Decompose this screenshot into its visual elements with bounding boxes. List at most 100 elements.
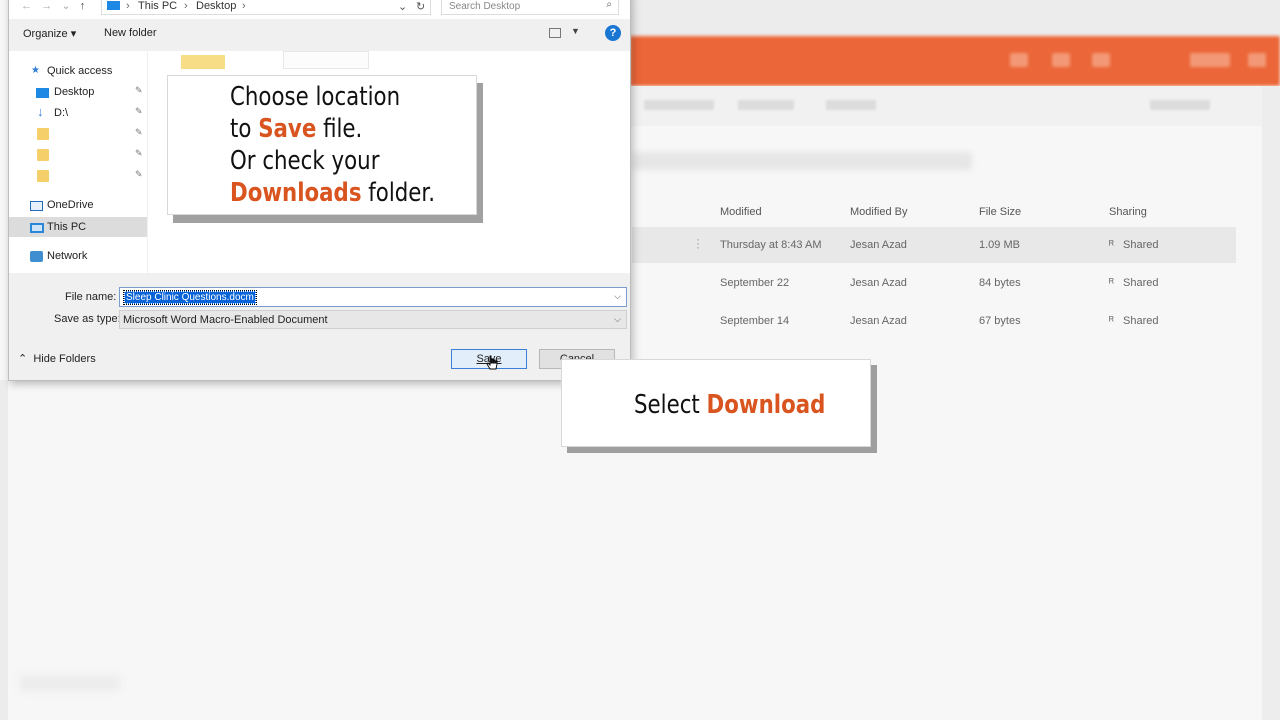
column-modified[interactable]: Modified bbox=[720, 206, 762, 218]
pin-icon[interactable]: ✎ bbox=[135, 127, 143, 138]
save-type-value: Microsoft Word Macro-Enabled Document bbox=[123, 314, 328, 326]
onedrive-icon bbox=[30, 201, 43, 211]
mouse-pointer-icon bbox=[486, 355, 498, 370]
command-bar bbox=[630, 86, 1280, 126]
network-icon bbox=[30, 251, 43, 262]
shared-icon: ᴿ bbox=[1109, 239, 1114, 251]
nav-folder[interactable]: ✎ bbox=[9, 124, 147, 144]
nav-folder[interactable]: ✎ bbox=[9, 145, 147, 165]
file-name-input[interactable]: Sleep Clinic Questions.docm ⌵ bbox=[119, 287, 627, 307]
view-options-icon[interactable] bbox=[549, 28, 561, 38]
table-row[interactable]: September 22 Jesan Azad 84 bytes ᴿ Share… bbox=[632, 265, 1236, 301]
cell-sharing: Shared bbox=[1123, 277, 1159, 289]
cell-modified: September 22 bbox=[720, 277, 790, 289]
nav-label: Desktop bbox=[54, 86, 95, 98]
path-separator: › bbox=[242, 0, 246, 12]
callout-text: Select bbox=[634, 390, 707, 420]
path-separator: › bbox=[126, 0, 130, 12]
table-row[interactable]: · · · Thursday at 8:43 AM Jesan Azad 1.09 … bbox=[632, 227, 1236, 263]
help-icon[interactable]: ? bbox=[605, 25, 621, 41]
nav-label: Quick access bbox=[47, 65, 113, 77]
nav-desktop[interactable]: Desktop ✎ bbox=[9, 82, 147, 102]
callout-text: to bbox=[230, 114, 259, 144]
cell-sharing: Shared bbox=[1123, 239, 1159, 251]
recent-icon[interactable]: ⌄ bbox=[61, 0, 70, 12]
column-sharing[interactable]: Sharing bbox=[1109, 206, 1147, 218]
star-icon: ★ bbox=[31, 65, 40, 76]
cell-modified-by: Jesan Azad bbox=[850, 315, 907, 327]
nav-label: D:\ bbox=[54, 107, 69, 119]
chevron-down-icon[interactable]: ⌄ bbox=[398, 0, 407, 13]
file-name-value: Sleep Clinic Questions.docm bbox=[123, 290, 257, 305]
callout-highlight: Save bbox=[258, 114, 317, 144]
file-thumbnail[interactable] bbox=[283, 51, 369, 69]
column-modified-by[interactable]: Modified By bbox=[850, 206, 907, 218]
table-row[interactable]: September 14 Jesan Azad 67 bytes ᴿ Share… bbox=[632, 303, 1236, 339]
nav-network[interactable]: Network bbox=[9, 246, 147, 266]
callout-highlight: Downloads bbox=[230, 178, 362, 208]
nav-d-drive[interactable]: ↓ D:\ ✎ bbox=[9, 103, 147, 123]
path-desktop[interactable]: Desktop bbox=[196, 0, 236, 12]
cell-modified-by: Jesan Azad bbox=[850, 239, 907, 251]
back-icon[interactable]: ← bbox=[21, 0, 32, 12]
nav-label: Network bbox=[47, 250, 88, 262]
chevron-down-icon[interactable]: ⌵ bbox=[614, 291, 621, 302]
command-item bbox=[644, 100, 714, 110]
tutorial-callout-save-location: Choose location to Save file. Or check y… bbox=[167, 75, 477, 215]
nav-quick-access[interactable]: ★ Quick access bbox=[9, 61, 147, 81]
refresh-icon[interactable]: ↻ bbox=[416, 0, 425, 13]
pin-icon[interactable]: ✎ bbox=[135, 148, 143, 159]
file-name-label: File name: bbox=[65, 291, 117, 303]
bottom-fade bbox=[20, 675, 120, 691]
forward-icon[interactable]: → bbox=[41, 0, 52, 12]
navigation-pane: ★ Quick access Desktop ✎ ↓ D:\ ✎ ✎ ✎ ✎ O… bbox=[9, 51, 147, 273]
callout-highlight: Download bbox=[706, 390, 826, 420]
shared-icon: ᴿ bbox=[1109, 315, 1114, 327]
pin-icon[interactable]: ✎ bbox=[135, 169, 143, 180]
cell-file-size: 84 bytes bbox=[979, 277, 1021, 289]
callout-line: Choose location bbox=[230, 82, 401, 112]
nav-label: OneDrive bbox=[47, 199, 94, 211]
pin-icon[interactable]: ✎ bbox=[135, 106, 143, 117]
nav-onedrive[interactable]: OneDrive bbox=[9, 195, 147, 215]
callout-line: Downloads folder. bbox=[230, 177, 435, 209]
command-item bbox=[738, 100, 794, 110]
dialog-toolbar: Organize ▾ New folder ▼ ? bbox=[9, 20, 630, 50]
cell-modified: September 14 bbox=[720, 315, 790, 327]
column-file-size[interactable]: File Size bbox=[979, 206, 1021, 218]
folder-icon bbox=[37, 128, 49, 140]
nav-folder[interactable]: ✎ bbox=[9, 166, 147, 186]
chevron-down-icon[interactable]: ⌵ bbox=[614, 314, 621, 325]
command-item bbox=[826, 100, 876, 110]
download-arrow-icon: ↓ bbox=[37, 104, 44, 119]
folder-icon[interactable] bbox=[181, 55, 225, 69]
callout-text: file. bbox=[316, 114, 363, 144]
address-bar: ← → ⌄ ↑ › This PC › Desktop › ⌄ ↻ Search… bbox=[9, 0, 630, 19]
hide-folders-button[interactable]: ⌃ Hide Folders bbox=[18, 352, 96, 365]
folder-breadcrumb bbox=[632, 152, 972, 170]
this-pc-icon bbox=[107, 1, 120, 10]
path-separator: › bbox=[184, 0, 188, 12]
path-this-pc[interactable]: This PC bbox=[138, 0, 177, 12]
desktop-icon bbox=[36, 88, 49, 98]
onedrive-header-bar bbox=[630, 36, 1280, 86]
nav-this-pc[interactable]: This PC bbox=[9, 217, 147, 237]
callout-line: to Save file. bbox=[230, 113, 435, 145]
right-scroll-area bbox=[1262, 86, 1280, 720]
up-icon[interactable]: ↑ bbox=[80, 0, 86, 12]
pin-icon[interactable]: ✎ bbox=[135, 85, 143, 96]
left-strip bbox=[0, 380, 8, 720]
header-icon bbox=[1248, 53, 1266, 67]
organize-button[interactable]: Organize ▾ bbox=[23, 27, 76, 40]
save-type-select[interactable]: Microsoft Word Macro-Enabled Document ⌵ bbox=[119, 310, 627, 329]
chevron-down-icon[interactable]: ▼ bbox=[571, 26, 580, 36]
header-icon bbox=[1190, 53, 1230, 67]
cell-file-size: 1.09 MB bbox=[979, 239, 1020, 251]
search-input[interactable]: Search Desktop ⌕ bbox=[441, 0, 619, 15]
nav-label: This PC bbox=[47, 221, 87, 233]
new-folder-button[interactable]: New folder bbox=[104, 27, 157, 39]
path-box[interactable]: › This PC › Desktop › ⌄ ↻ bbox=[101, 0, 431, 15]
chevron-up-icon: ⌃ bbox=[18, 353, 28, 365]
tutorial-callout-download: Select Download bbox=[561, 359, 871, 447]
more-options-icon[interactable]: · · · bbox=[696, 233, 700, 253]
